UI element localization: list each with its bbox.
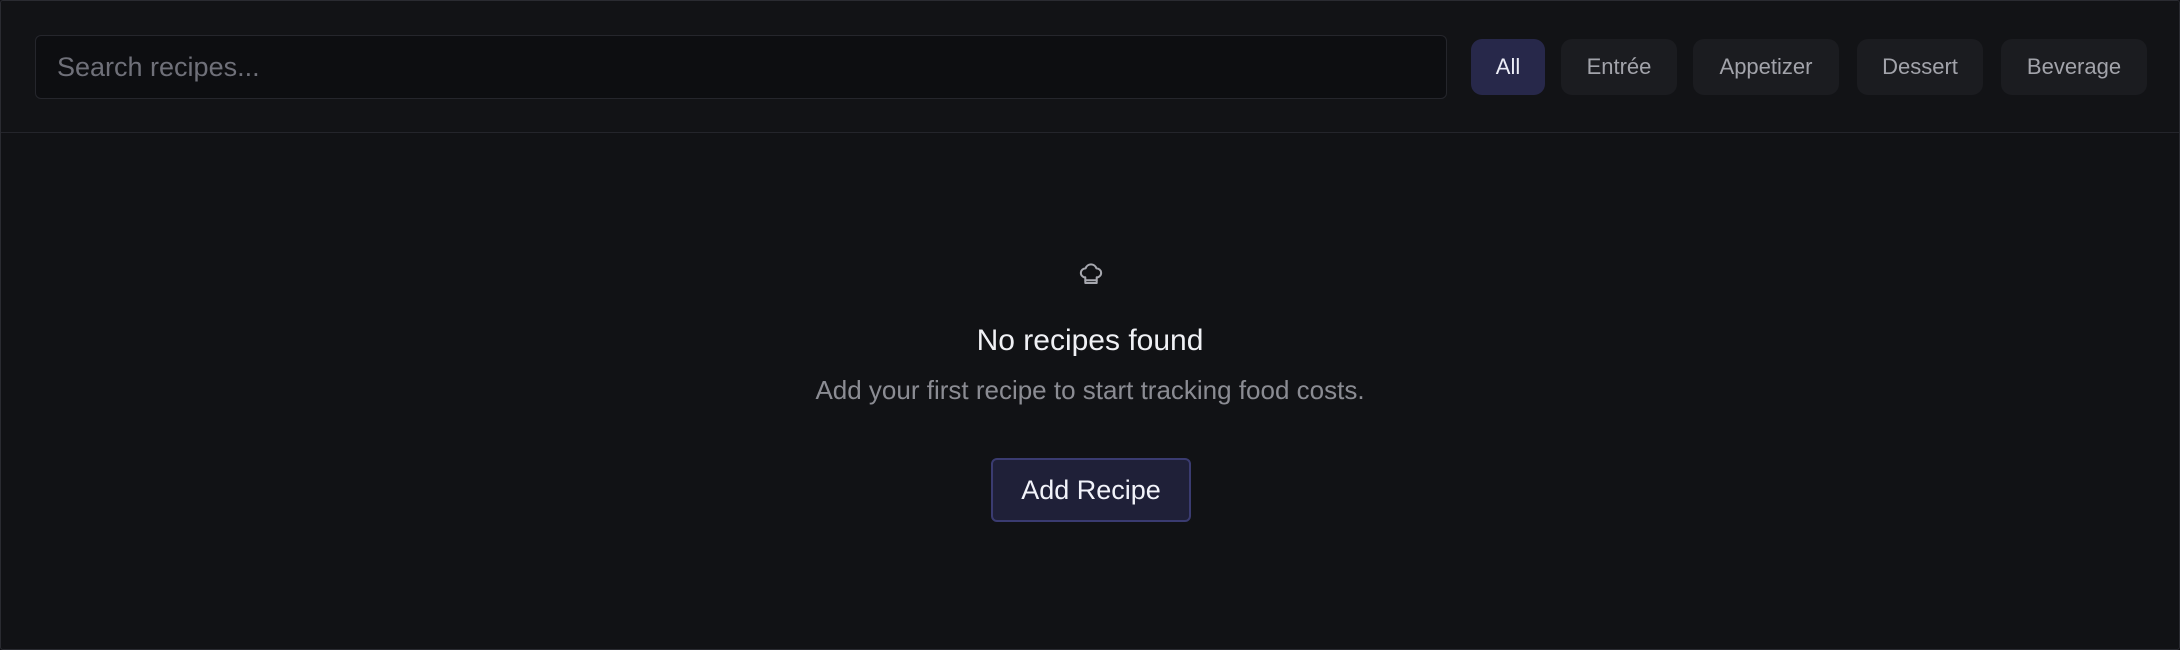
- empty-state: No recipes found Add your first recipe t…: [1, 133, 2179, 649]
- search-input[interactable]: [35, 35, 1447, 99]
- add-recipe-button[interactable]: Add Recipe: [991, 458, 1191, 522]
- recipe-manager-window: All Entrée Appetizer Dessert Beverage No…: [0, 0, 2180, 650]
- filter-entree-button[interactable]: Entrée: [1561, 39, 1677, 95]
- empty-state-title: No recipes found: [976, 324, 1204, 357]
- chef-hat-icon: [1079, 263, 1103, 284]
- filter-toolbar: All Entrée Appetizer Dessert Beverage: [1, 1, 2179, 133]
- filter-appetizer-button[interactable]: Appetizer: [1693, 39, 1839, 95]
- filter-all-button[interactable]: All: [1471, 39, 1545, 95]
- filter-beverage-button[interactable]: Beverage: [2001, 39, 2147, 95]
- filter-dessert-button[interactable]: Dessert: [1857, 39, 1983, 95]
- empty-state-subtitle: Add your first recipe to start tracking …: [815, 375, 1365, 405]
